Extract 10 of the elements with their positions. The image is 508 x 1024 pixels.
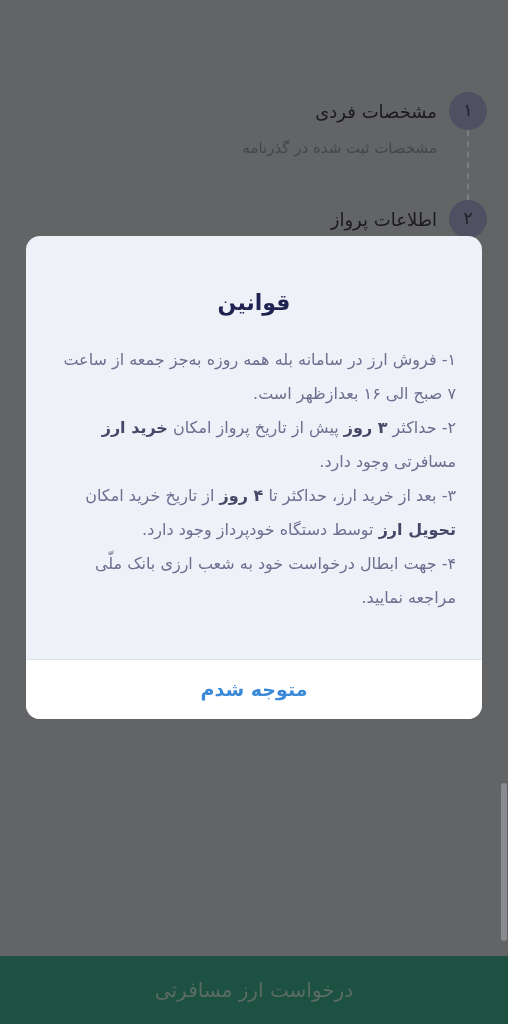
rule-text: ۱- فروش ارز در سامانه بله همه روزه به‌جز جمعه از ساعت ۷ صبح الی ۱۶ بعدازظهر است. [62, 349, 456, 406]
confirm-button[interactable]: متوجه شدم [26, 659, 482, 719]
step-number: ۱ [449, 92, 487, 130]
step-title: مشخصات فردی [314, 100, 437, 125]
step-number: ۲ [449, 200, 487, 238]
rule-text: ۳- بعد از خرید ارز، حداکثر تا ۴ روز از تاریخ خرید امکان تحویل ارز توسط دستگاه خودپرداز وجود دارد. [84, 485, 456, 542]
step-title: اطلاعات پرواز [330, 208, 437, 233]
rule-text: ۴- جهت ابطال درخواست خود به شعب ارزی بانک ملّی مراجعه نمایید. [52, 547, 456, 615]
rule-text: ۲- حداکثر ۳ روز پیش از تاریخ پرواز امکان خرید ارز مسافرتی وجود دارد. [100, 417, 456, 474]
dialog-title: قوانین [217, 289, 291, 318]
